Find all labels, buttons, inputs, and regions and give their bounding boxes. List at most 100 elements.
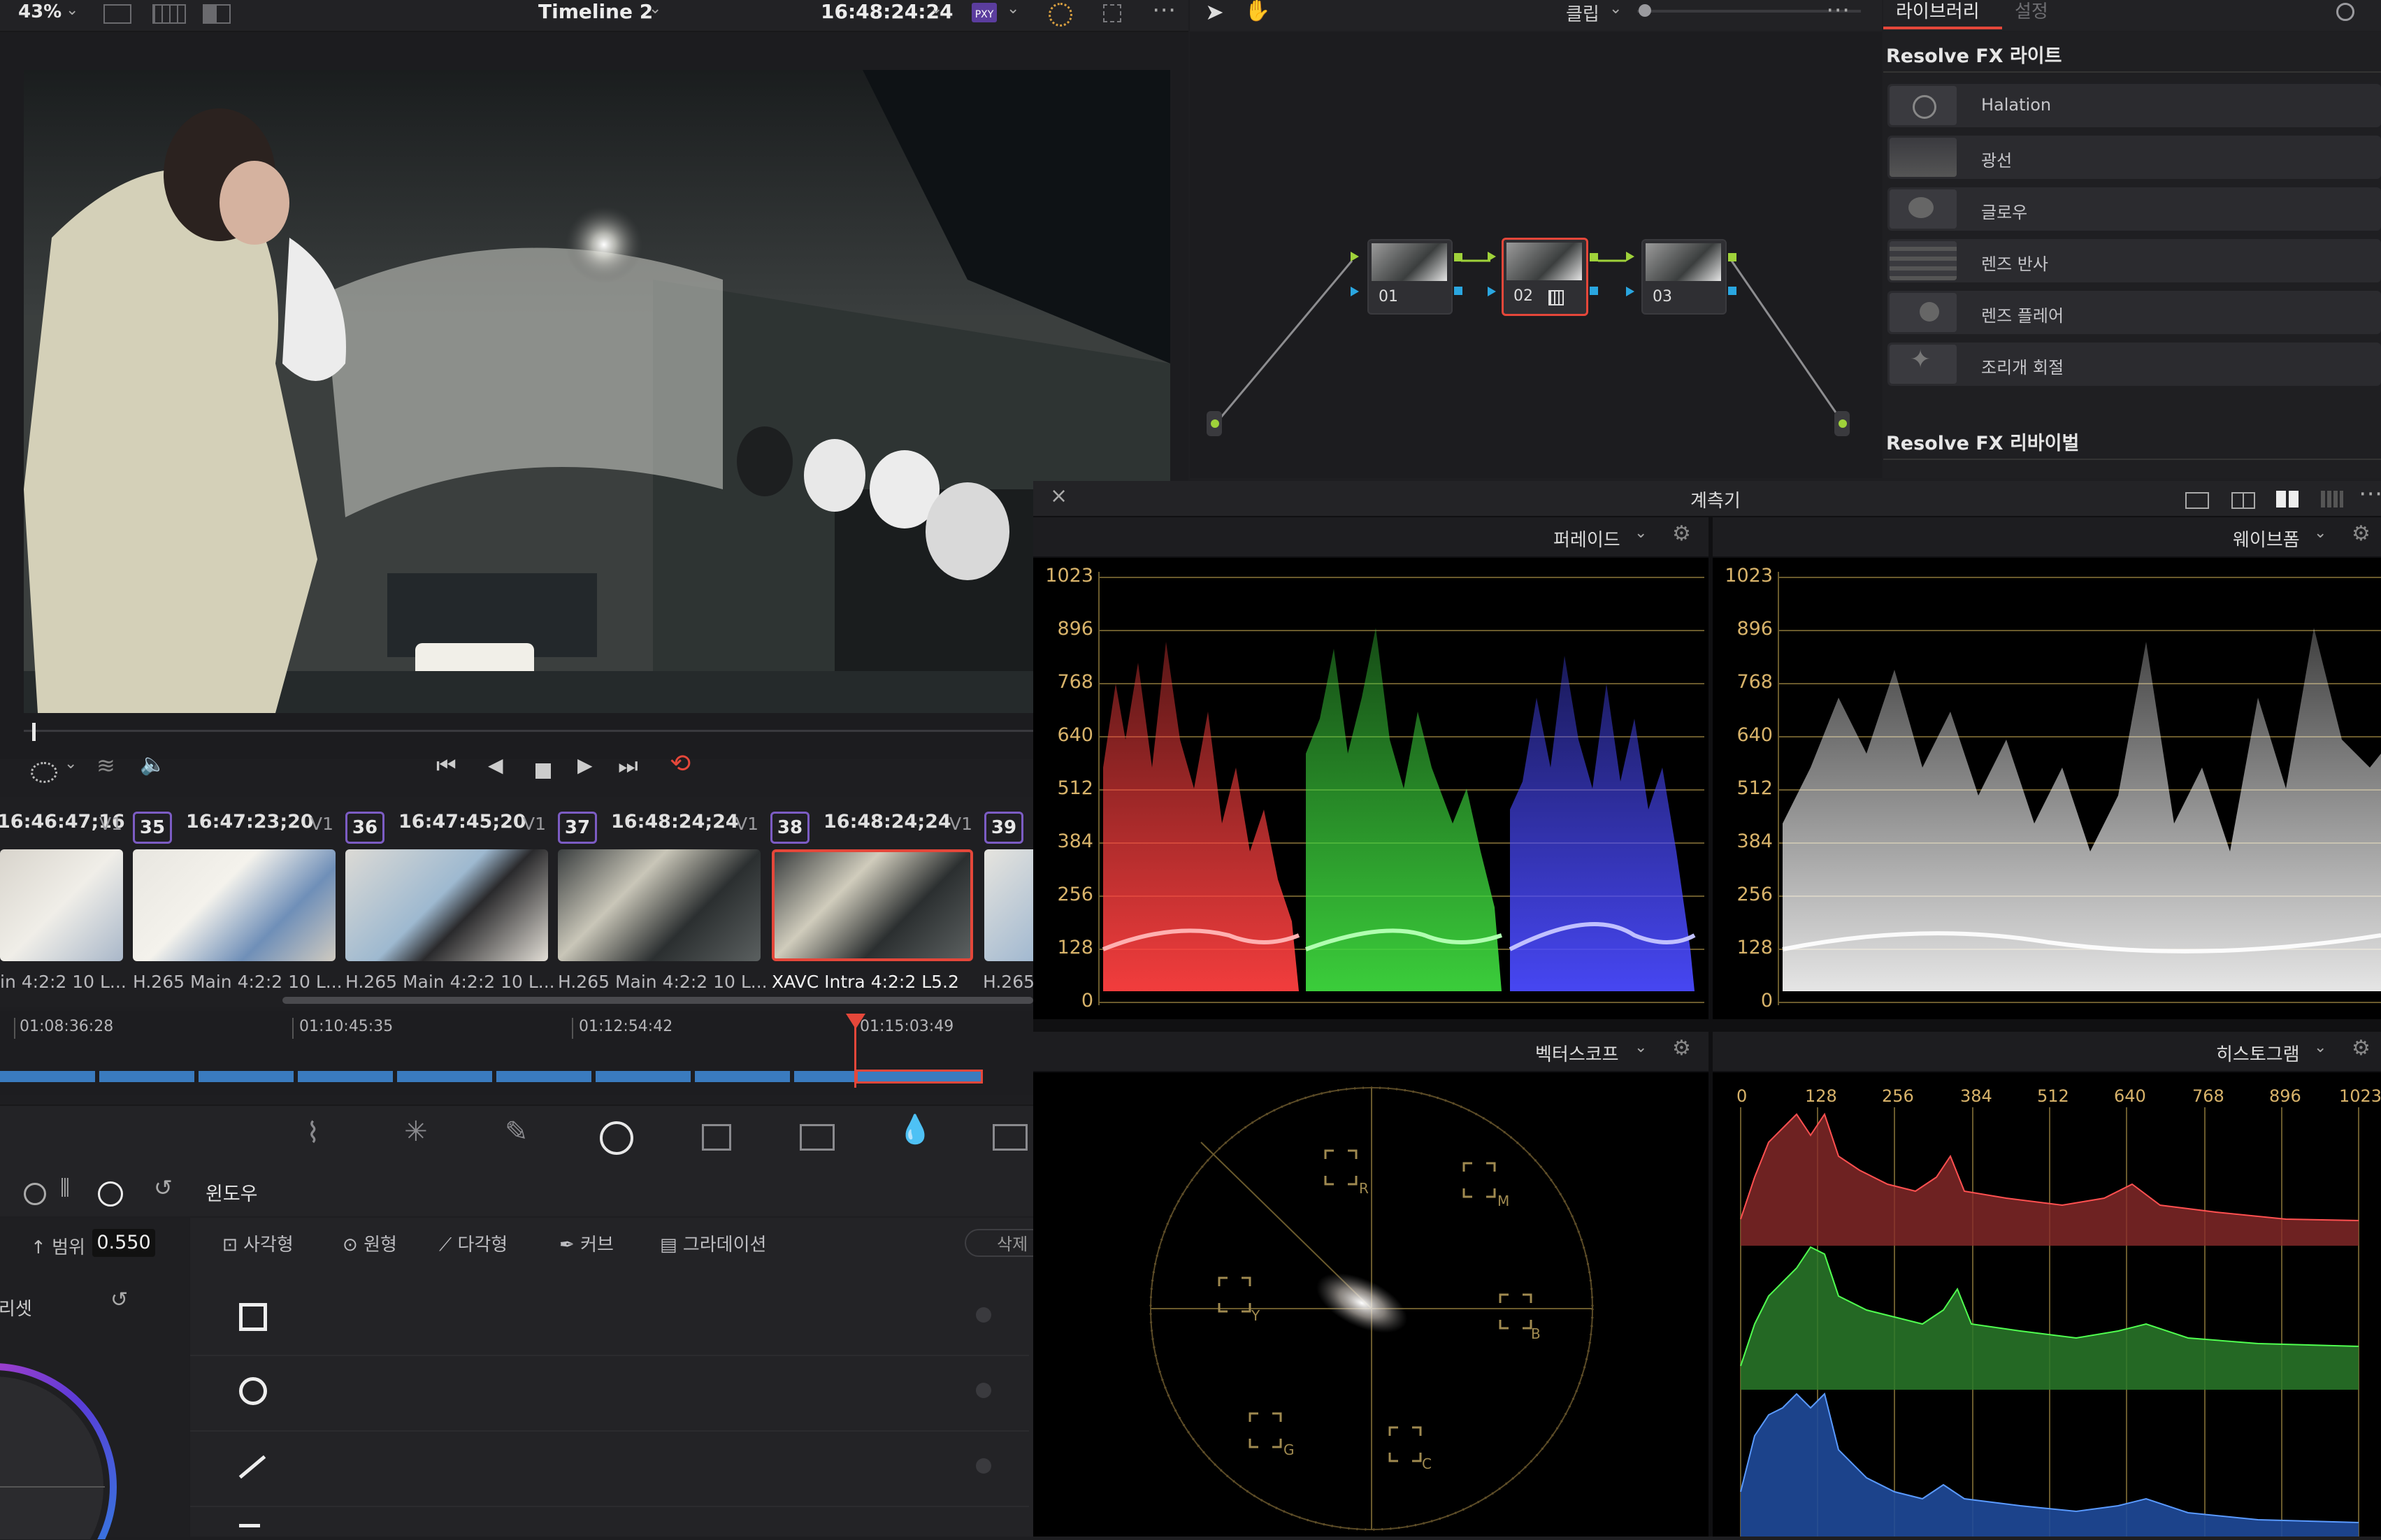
tracker-icon[interactable]: [702, 1124, 731, 1151]
window-row[interactable]: [190, 1356, 1029, 1432]
qualifier-icon[interactable]: ✳: [404, 1116, 428, 1148]
clip-thumbnail-selected[interactable]: [772, 849, 973, 961]
single-viewer-icon[interactable]: [103, 4, 131, 24]
vectorscope-settings-icon[interactable]: ⚙: [1672, 1036, 1691, 1060]
viewer-playhead[interactable]: [32, 723, 36, 741]
range-input[interactable]: 0.550: [92, 1229, 155, 1257]
proxy-badge[interactable]: PXY: [972, 3, 997, 22]
stop-icon[interactable]: [535, 763, 551, 779]
log-wheel-icon[interactable]: [98, 1181, 123, 1207]
curve-window-tool[interactable]: ✒ 커브: [559, 1230, 614, 1256]
step-back-icon[interactable]: ◀: [488, 754, 503, 777]
parade-settings-icon[interactable]: ⚙: [1672, 521, 1691, 546]
layout-grid-icon[interactable]: [2321, 491, 2343, 508]
tab-library[interactable]: 라이브러리: [1896, 0, 1980, 23]
layout-dual-icon[interactable]: [2231, 492, 2255, 509]
color-wheel-icon[interactable]: [1049, 3, 1072, 27]
parade-chevron-down-icon[interactable]: ⌄: [1634, 524, 1647, 542]
window-tool-icon[interactable]: [600, 1121, 633, 1155]
eyedropper-icon[interactable]: ✎: [505, 1116, 528, 1148]
node-mode-select[interactable]: 클립: [1566, 0, 1599, 26]
hand-tool-icon[interactable]: ✋: [1244, 0, 1270, 23]
parade-scope[interactable]: [1033, 558, 1709, 1019]
color-wheel[interactable]: [0, 1323, 189, 1539]
layout-quad-icon[interactable]: [2276, 491, 2299, 508]
window-toggle-dot[interactable]: [976, 1383, 991, 1398]
viewer-scrubber-track[interactable]: [24, 730, 1170, 732]
bars-icon[interactable]: ⫼: [60, 1176, 70, 1200]
clip-thumbnail[interactable]: [0, 849, 123, 961]
histogram-settings-icon[interactable]: ⚙: [2352, 1036, 2371, 1060]
window-row[interactable]: [190, 1281, 1029, 1356]
window-selector-chevron-down-icon[interactable]: ⌄: [64, 755, 77, 772]
layers-icon[interactable]: ≋: [96, 752, 115, 779]
fx-item-glow[interactable]: [1887, 187, 2381, 231]
window-row[interactable]: [190, 1507, 1029, 1537]
gradient-window-tool[interactable]: ▤ 그라데이션: [660, 1230, 766, 1256]
window-toggle-dot[interactable]: [976, 1458, 991, 1474]
window-selector-icon[interactable]: [31, 762, 57, 783]
zoom-slider-handle[interactable]: [1639, 4, 1651, 17]
viewer-more-icon[interactable]: ⋯: [1152, 0, 1176, 24]
window-row[interactable]: [190, 1432, 1029, 1507]
histogram-chevron-down-icon[interactable]: ⌄: [2314, 1039, 2326, 1056]
video-frame[interactable]: [24, 70, 1170, 713]
magic-mask-icon[interactable]: [800, 1124, 835, 1151]
parade-select[interactable]: 퍼레이드: [1553, 526, 1620, 552]
clip-thumbnail[interactable]: [558, 849, 761, 961]
split-viewer-icon[interactable]: [203, 4, 231, 24]
timeline-name[interactable]: Timeline 2: [538, 0, 653, 23]
fx-item-halation[interactable]: [1887, 84, 2381, 127]
audio-volume-icon[interactable]: 🔈: [140, 752, 166, 777]
clip-thumbnail[interactable]: [345, 849, 548, 961]
waveform-select[interactable]: 웨이브폼: [2233, 526, 2300, 552]
vectorscope-select[interactable]: 벡터스코프: [1535, 1040, 1619, 1066]
fx-item-lens-flare[interactable]: [1887, 291, 2381, 334]
node-more-icon[interactable]: ⋯: [1826, 0, 1850, 24]
vectorscope-chevron-down-icon[interactable]: ⌄: [1634, 1039, 1647, 1056]
fx-item-light-rays[interactable]: [1887, 136, 2381, 179]
node-02-selected[interactable]: 02: [1502, 238, 1588, 316]
window-toggle-dot[interactable]: [976, 1307, 991, 1323]
square-window-tool[interactable]: ⊡ 사각형: [222, 1230, 294, 1256]
track-clips-bar[interactable]: [0, 1071, 854, 1082]
vectorscope[interactable]: [1033, 1072, 1709, 1537]
blur-icon[interactable]: 💧: [898, 1113, 933, 1146]
library-search-icon[interactable]: [2336, 3, 2354, 21]
grid-viewer-icon[interactable]: [152, 4, 186, 24]
fx-item-lens-reflection[interactable]: [1887, 239, 2381, 282]
mini-playhead-marker[interactable]: [846, 1014, 865, 1029]
node-01[interactable]: 01: [1367, 239, 1453, 315]
reset-circle-icon[interactable]: [24, 1183, 46, 1205]
fx-item-aperture-diffraction[interactable]: [1887, 343, 2381, 386]
curves-icon[interactable]: ⌇: [306, 1117, 320, 1149]
node-03[interactable]: 03: [1641, 239, 1727, 315]
histogram-select[interactable]: 히스토그램: [2216, 1040, 2300, 1066]
zoom-level[interactable]: 43%: [18, 1, 62, 22]
go-to-start-icon[interactable]: ⏮: [436, 752, 456, 779]
scopes-more-icon[interactable]: ⋯: [2359, 480, 2381, 508]
layout-single-icon[interactable]: [2185, 492, 2209, 509]
waveform-scope[interactable]: [1713, 558, 2381, 1019]
clip-strip-scrollbar[interactable]: [282, 997, 1033, 1004]
reset-icon[interactable]: ↺: [154, 1174, 173, 1201]
track-clip-selected[interactable]: [856, 1070, 983, 1084]
tab-settings[interactable]: 설정: [2015, 0, 2048, 23]
timeline-chevron-down-icon[interactable]: ⌄: [649, 0, 661, 17]
timecode-chevron-down-icon[interactable]: ⌄: [930, 0, 942, 17]
pointer-tool-icon[interactable]: ➤: [1205, 0, 1224, 25]
clip-thumbnail[interactable]: [133, 849, 336, 961]
badge-chevron-down-icon[interactable]: ⌄: [1007, 0, 1019, 17]
clip-thumbnail[interactable]: [984, 849, 1040, 961]
circle-window-tool[interactable]: ⊙ 원형: [343, 1230, 397, 1256]
waveform-settings-icon[interactable]: ⚙: [2352, 521, 2371, 546]
close-icon[interactable]: ×: [1050, 484, 1067, 508]
go-to-end-icon[interactable]: ⏭: [618, 752, 638, 779]
key-icon[interactable]: [993, 1124, 1028, 1151]
zoom-chevron-down-icon[interactable]: ⌄: [66, 1, 78, 19]
preset-reset-icon[interactable]: ↺: [110, 1288, 128, 1312]
histogram[interactable]: [1713, 1072, 2381, 1537]
play-icon[interactable]: ▶: [577, 754, 593, 777]
polygon-window-tool[interactable]: ⟋ 다각형: [439, 1230, 508, 1256]
fullscreen-icon[interactable]: [1103, 4, 1121, 22]
